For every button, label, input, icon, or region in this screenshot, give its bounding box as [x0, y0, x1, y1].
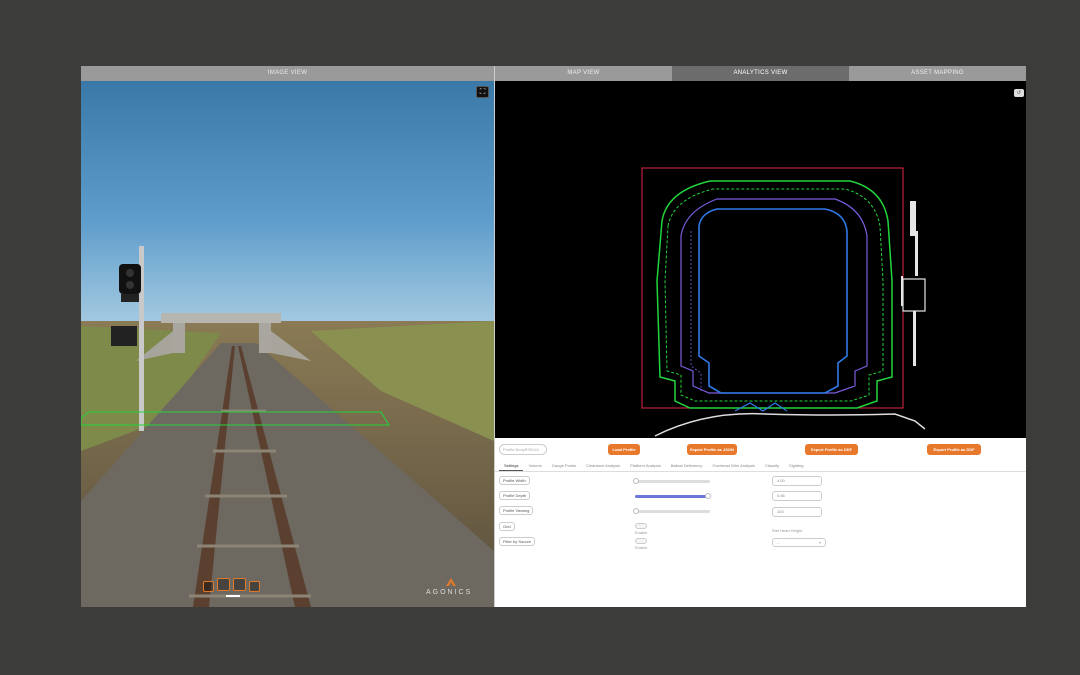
tool-2-icon[interactable] [217, 578, 230, 591]
subtab-ballast-deficiency[interactable]: Ballast Deficiency [666, 460, 708, 471]
analytics-panel: MAP VIEW ANALYTICS VIEW ASSET MAPPING ↺ … [495, 66, 1026, 607]
subtab-sighting[interactable]: Sighting [784, 460, 808, 471]
profile-width-label: Profile Width [499, 476, 530, 485]
export-ddf-button-2[interactable]: Export Profile as DDF [927, 444, 981, 455]
tab-analytics-view[interactable]: ANALYTICS VIEW [672, 66, 849, 81]
profile-viewing-value[interactable]: 100 [772, 507, 822, 517]
filter-toggle-label: Enable [635, 545, 648, 550]
brand-label: AGONICS [426, 589, 473, 596]
subtab-clearance-analysis[interactable]: Clearance Analysis [581, 460, 625, 471]
export-json-button[interactable]: Export Profile as JSON [687, 444, 737, 455]
grid-toggle[interactable] [635, 523, 647, 529]
filter-toggle[interactable] [635, 538, 647, 544]
rail-head-height-select[interactable]: -- ▾ [772, 538, 826, 547]
tool-active-indicator [226, 595, 240, 597]
slider-thumb[interactable] [633, 508, 639, 514]
profile-viewing-label: Profile Viewing [499, 506, 534, 515]
tab-image-view[interactable]: IMAGE VIEW [81, 66, 494, 81]
railway-photo[interactable]: ⛶ AGONICS [81, 81, 494, 607]
tab-asset-mapping[interactable]: ASSET MAPPING [849, 66, 1026, 81]
subtab-volume[interactable]: Volume [523, 460, 546, 471]
rail-head-height-label: Rail Head Height [772, 528, 803, 533]
slider-thumb[interactable] [633, 478, 639, 484]
app-window: IMAGE VIEW ⛶ AGONICS MAP VIEW ANALYTICS … [81, 66, 1026, 607]
subtab-overhead-wire-analysis[interactable]: Overhead Wire Analysis [707, 460, 760, 471]
image-view-panel: IMAGE VIEW ⛶ AGONICS [81, 66, 494, 607]
profile-depth-label: Profile Depth [499, 491, 531, 500]
profile-name-input[interactable]: Profile BodyR25Vch [499, 444, 547, 455]
agonics-logo-icon [446, 578, 456, 586]
image-toolbar [203, 578, 260, 592]
export-ddf-button-1[interactable]: Export Profile as DDF [805, 444, 858, 455]
profile-width-value[interactable]: 4.00 [772, 476, 822, 486]
tool-3-icon[interactable] [233, 578, 246, 591]
tool-1-icon[interactable] [203, 581, 214, 592]
filter-by-source-label: Filter by Source [499, 537, 536, 546]
reset-view-icon[interactable]: ↺ [1014, 89, 1024, 97]
subtab-gauge-points[interactable]: Gauge Points [547, 460, 581, 471]
profile-canvas[interactable]: ↺ [495, 81, 1026, 438]
profile-depth-slider[interactable] [635, 493, 711, 499]
profile-viewing-slider[interactable] [633, 508, 710, 514]
subtab-settings[interactable]: Settings [499, 460, 524, 471]
tab-map-view[interactable]: MAP VIEW [495, 66, 672, 81]
chevron-down-icon: ▾ [818, 540, 821, 545]
profile-controls: Profile BodyR25Vch Load Profile Export P… [495, 438, 1026, 460]
settings-panel: Profile Width 4.00 Profile Depth 0.56 Pr… [495, 472, 1026, 607]
slider-fill [635, 495, 707, 498]
profile-depth-value[interactable]: 0.56 [772, 491, 822, 501]
tool-4-icon[interactable] [249, 581, 260, 592]
subtab-classify[interactable]: Classify [760, 460, 784, 471]
expand-icon[interactable]: ⛶ [476, 86, 489, 98]
grid-toggle-label: Enable [635, 530, 648, 535]
profile-width-slider[interactable] [633, 478, 710, 484]
subtab-platform-analysis[interactable]: Platform Analysis [625, 460, 666, 471]
right-tab-bar: MAP VIEW ANALYTICS VIEW ASSET MAPPING [495, 66, 1026, 81]
slider-thumb[interactable] [705, 493, 711, 499]
grid-label: Grid [499, 522, 515, 531]
analysis-subtabs: Settings Volume Gauge Points Clearance A… [495, 460, 1026, 472]
load-profile-button[interactable]: Load Profile [608, 444, 640, 455]
